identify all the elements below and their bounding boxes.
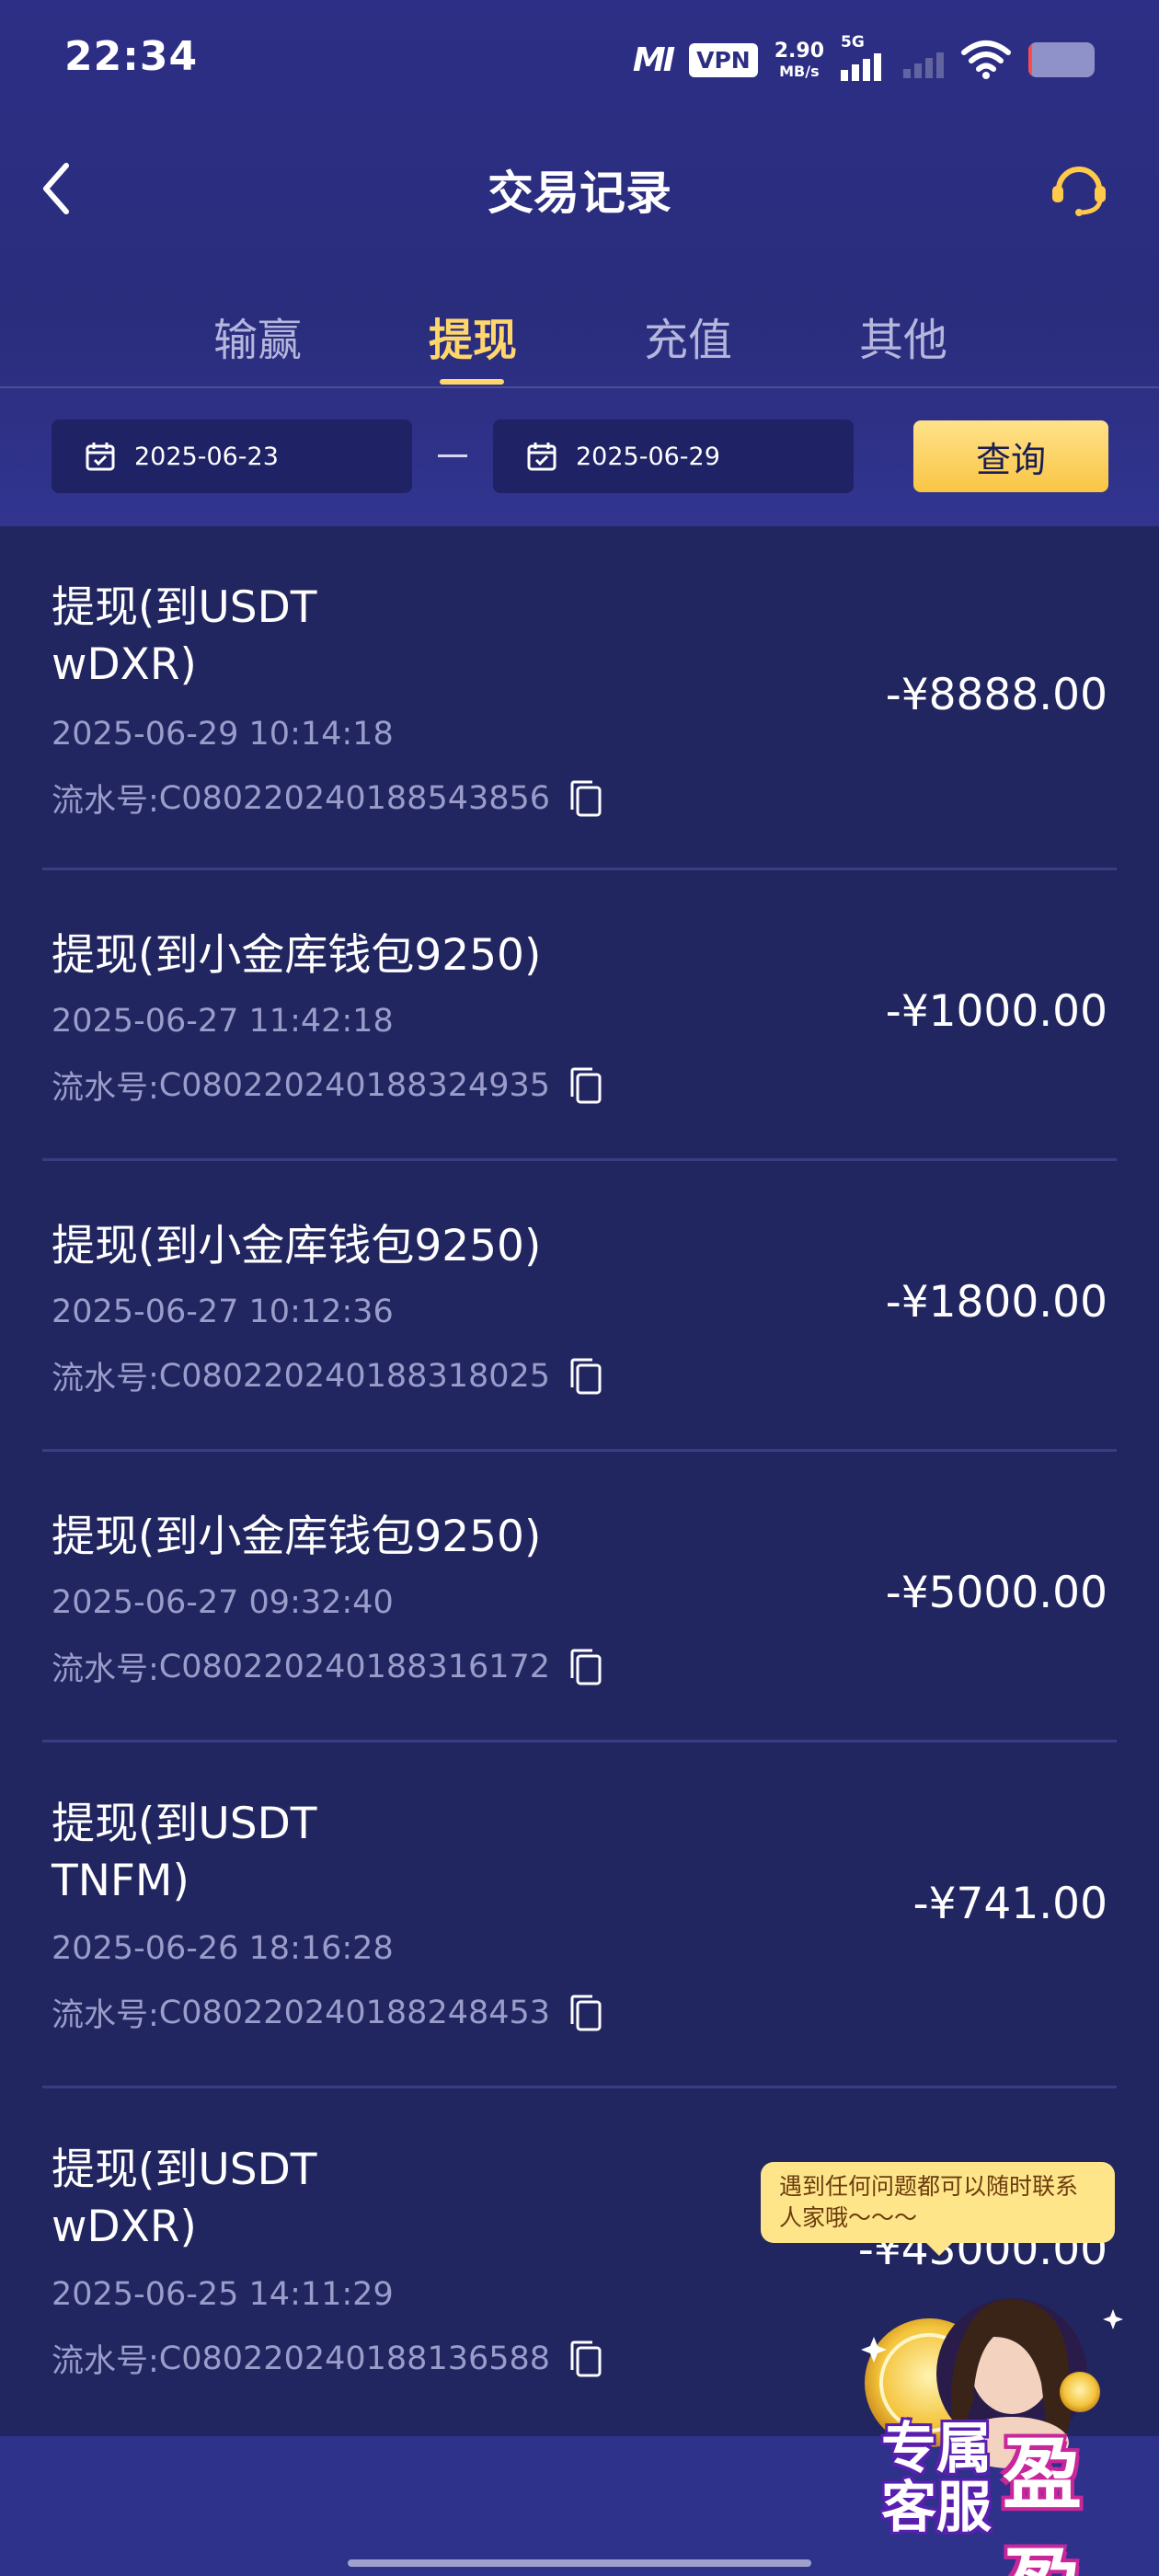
brand-icon: MI (632, 40, 675, 79)
network-type: 5G (841, 33, 865, 52)
transaction-title-line1: 提现(到USDT (52, 582, 317, 633)
support-tip-bubble[interactable]: 遇到任何问题都可以随时联系人家哦～～～ (761, 2162, 1115, 2256)
transaction-title-line1: 提现(到USDT (52, 2145, 317, 2195)
support-label-line1: 专属 (881, 2417, 992, 2481)
serial-number: C080220240188543856 (158, 779, 551, 817)
transaction-serial: 流水号: C080220240188543856 (52, 775, 607, 822)
transaction-amount: -¥1000.00 (885, 986, 1107, 1037)
transaction-title-line2: wDXR) (52, 2202, 197, 2252)
transaction-serial: 流水号: C080220240188316172 (52, 1643, 607, 1690)
transaction-row[interactable]: 提现(到小金库钱包9250) 2025-06-27 09:32:40 流水号: C… (42, 1452, 1117, 1742)
copy-icon[interactable] (567, 1356, 607, 1397)
transaction-list: 提现(到USDT wDXR) 2025-06-29 10:14:18 流水号: C… (0, 526, 1159, 2436)
transaction-serial: 流水号: C080220240188324935 (52, 1062, 607, 1109)
tab-withdraw[interactable]: 提现 (429, 304, 517, 368)
signal-secondary-icon (903, 41, 944, 78)
signal-5g-icon: 5G (841, 33, 887, 81)
active-tab-indicator (440, 379, 504, 385)
transaction-row[interactable]: 提现(到USDT TNFM) 2025-06-26 18:16:28 流水号: C… (42, 1742, 1117, 2088)
support-button[interactable] (1047, 156, 1111, 221)
network-speed: 2.90 MB/s (774, 39, 824, 80)
battery-level (1028, 42, 1032, 77)
transaction-amount: -¥741.00 (912, 1879, 1107, 1929)
tab-other[interactable]: 其他 (859, 304, 947, 368)
transaction-time: 2025-06-25 14:11:29 (52, 2276, 394, 2313)
date-range-separator (438, 454, 467, 457)
copy-icon[interactable] (567, 2339, 607, 2379)
serial-number: C080220240188324935 (158, 1066, 551, 1104)
serial-label: 流水号: (52, 1361, 159, 1397)
transaction-title: 提现(到USDT wDXR) (52, 2142, 640, 2256)
transaction-title: 提现(到小金库钱包9250) (52, 1512, 542, 1562)
network-speed-unit: MB/s (779, 62, 820, 80)
transaction-time: 2025-06-26 18:16:28 (52, 1930, 394, 1967)
transaction-time: 2025-06-29 10:14:18 (52, 716, 394, 753)
transaction-title: 提现(到USDT wDXR) (52, 580, 640, 694)
transaction-title: 提现(到小金库钱包9250) (52, 1221, 542, 1271)
copy-icon[interactable] (567, 1647, 607, 1687)
nav-bar: 交易记录 (0, 138, 1159, 239)
tab-bar: 输赢 提现 充值 其他 (0, 304, 1159, 386)
status-bar: 22:34 MI VPN 2.90 MB/s 5G (0, 0, 1159, 120)
transaction-serial: 流水号: C080220240188318025 (52, 1352, 607, 1399)
transaction-row[interactable]: 提现(到USDT wDXR) 2025-06-29 10:14:18 流水号: C… (42, 526, 1117, 870)
wifi-icon (961, 40, 1011, 79)
serial-label: 流水号: (52, 1070, 159, 1107)
copy-icon[interactable] (567, 1065, 607, 1106)
transaction-amount: -¥5000.00 (885, 1568, 1107, 1618)
serial-label: 流水号: (52, 2343, 159, 2380)
start-date-value: 2025-06-23 (134, 442, 279, 471)
copy-icon[interactable] (567, 778, 607, 819)
battery-icon (1028, 42, 1095, 77)
calendar-icon (86, 443, 115, 471)
serial-number: C080220240188248453 (158, 1994, 551, 2031)
serial-label: 流水号: (52, 1997, 159, 2034)
transaction-amount: -¥1800.00 (885, 1277, 1107, 1328)
transaction-serial: 流水号: C080220240188136588 (52, 2335, 607, 2382)
transaction-title-line2: wDXR) (52, 639, 197, 690)
support-label: 专属 客服 盈盈 (881, 2417, 1082, 2576)
serial-number: C080220240188318025 (158, 1357, 551, 1395)
start-date-picker[interactable]: 2025-06-23 (52, 420, 412, 493)
status-time: 22:34 (64, 33, 199, 80)
transaction-row[interactable]: 提现(到小金库钱包9250) 2025-06-27 11:42:18 流水号: C… (42, 870, 1117, 1161)
support-label-line2: 客服 (881, 2476, 992, 2540)
tab-deposit[interactable]: 充值 (644, 304, 732, 368)
tabs-divider (0, 386, 1159, 388)
transaction-title: 提现(到小金库钱包9250) (52, 930, 542, 981)
headset-icon (1052, 167, 1106, 216)
page-title: 交易记录 (488, 167, 671, 220)
query-button[interactable]: 查询 (913, 420, 1108, 492)
transaction-title-line2: TNFM) (52, 1856, 189, 1906)
transaction-title: 提现(到USDT TNFM) (52, 1796, 640, 1910)
transaction-time: 2025-06-27 10:12:36 (52, 1294, 394, 1330)
customer-service-widget[interactable]: 专属 客服 盈盈 (837, 2282, 1150, 2576)
status-icons: MI VPN 2.90 MB/s 5G (632, 33, 1095, 85)
end-date-picker[interactable]: 2025-06-29 (493, 420, 854, 493)
copy-icon[interactable] (567, 1993, 607, 2033)
serial-number: C080220240188316172 (158, 1648, 551, 1685)
transaction-serial: 流水号: C080220240188248453 (52, 1989, 607, 2036)
calendar-icon (527, 443, 557, 471)
home-indicator[interactable] (348, 2559, 811, 2567)
vpn-badge: VPN (689, 42, 758, 77)
transaction-row[interactable]: 提现(到小金库钱包9250) 2025-06-27 10:12:36 流水号: C… (42, 1161, 1117, 1452)
serial-number: C080220240188136588 (158, 2340, 551, 2377)
transaction-title-line1: 提现(到USDT (52, 1799, 317, 1849)
tab-win-loss[interactable]: 输赢 (213, 304, 302, 368)
end-date-value: 2025-06-29 (576, 442, 720, 471)
network-speed-value: 2.90 (774, 39, 824, 63)
transaction-time: 2025-06-27 11:42:18 (52, 1003, 394, 1040)
serial-label: 流水号: (52, 783, 159, 820)
transaction-time: 2025-06-27 09:32:40 (52, 1584, 394, 1621)
transaction-amount: -¥8888.00 (885, 670, 1107, 720)
support-agent-name: 盈盈 (1003, 2429, 1082, 2576)
serial-label: 流水号: (52, 1651, 159, 1688)
